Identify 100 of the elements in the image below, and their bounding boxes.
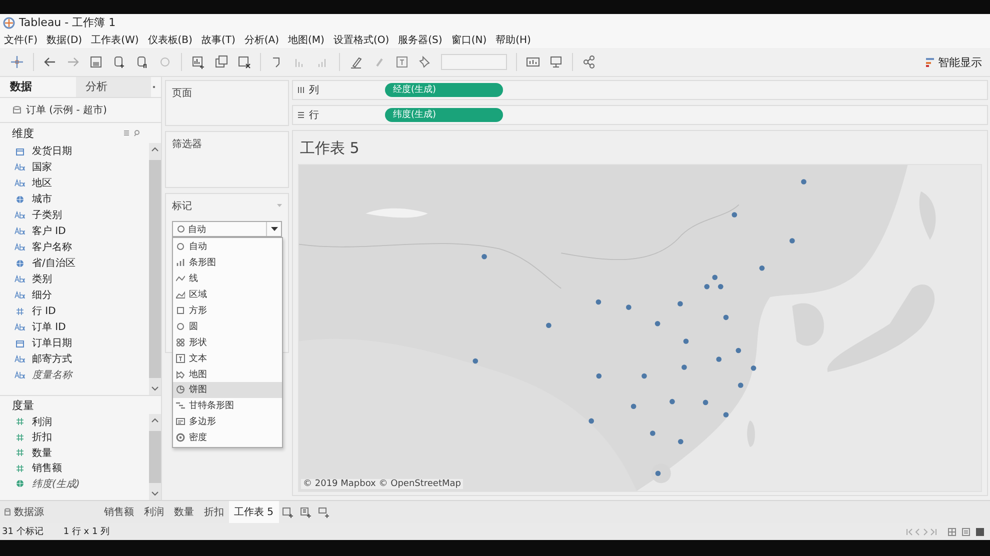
menu-option[interactable]: 地图 — [173, 366, 282, 382]
clear-sheet-icon[interactable] — [237, 55, 251, 69]
show-me-button[interactable]: 智能显示 — [925, 54, 982, 70]
menu-item[interactable]: 故事(T) — [201, 32, 236, 46]
field-item[interactable]: 行 ID — [0, 303, 149, 319]
menu-item[interactable]: 设置格式(O) — [333, 32, 390, 46]
new-worksheet-icon[interactable] — [282, 506, 294, 518]
scroll-up-icon[interactable] — [151, 146, 159, 152]
field-item[interactable]: 省/自治区 — [0, 255, 149, 271]
scroll-up-icon[interactable] — [151, 417, 159, 423]
abc-icon — [14, 323, 26, 331]
sheet-tab[interactable]: 数据源 — [0, 501, 99, 523]
filmstrip-view-icon[interactable] — [962, 528, 970, 536]
section-heading: 度量 — [12, 398, 34, 412]
field-item[interactable]: 细分 — [0, 287, 149, 303]
sheet-tab[interactable]: 利润 — [139, 501, 169, 523]
field-item[interactable]: 度量名称 — [0, 367, 149, 383]
sheet-tab[interactable]: 销售额 — [99, 501, 139, 523]
menu-option[interactable]: 文本 — [173, 350, 282, 366]
data-source-name[interactable]: 订单 (示例 - 超市) — [26, 103, 107, 117]
menu-option[interactable]: 圆 — [173, 318, 282, 334]
abc-icon — [14, 371, 26, 379]
menu-item[interactable]: 分析(A) — [244, 32, 280, 46]
field-item[interactable]: 客户名称 — [0, 239, 149, 255]
field-item[interactable]: 邮寄方式 — [0, 351, 149, 367]
presentation-icon[interactable] — [549, 55, 563, 69]
map-attribution[interactable]: © 2019 Mapbox © OpenStreetMap — [301, 479, 463, 489]
field-item[interactable]: 地区 — [0, 175, 149, 191]
mark-type-dropdown[interactable]: 自动 — [172, 221, 282, 237]
menu-option[interactable]: 密度 — [173, 430, 282, 446]
database-icon — [4, 508, 11, 516]
marks-count: 31 个标记 — [2, 526, 44, 538]
field-item[interactable]: 订单 ID — [0, 319, 149, 335]
menu-item[interactable]: 服务器(S) — [398, 32, 442, 46]
scroll-thumb[interactable] — [149, 431, 161, 483]
number-icon — [14, 432, 26, 442]
field-item[interactable]: 类别 — [0, 271, 149, 287]
database-icon — [12, 105, 22, 115]
duplicate-sheet-icon[interactable] — [214, 55, 228, 69]
save-icon[interactable] — [89, 55, 103, 69]
menu-item[interactable]: 帮助(H) — [496, 32, 531, 46]
globe-icon — [14, 258, 26, 268]
show-cards-icon[interactable] — [526, 55, 540, 69]
sheet-tab[interactable]: 工作表 5 — [229, 501, 279, 523]
highlight-pen-icon[interactable] — [349, 55, 363, 69]
menu-option[interactable]: 形状 — [173, 334, 282, 350]
globe-icon — [14, 194, 26, 204]
menu-option[interactable]: 自动 — [173, 239, 282, 255]
card-title: 筛选器 — [172, 139, 202, 150]
sheet-tab[interactable]: 数量 — [169, 501, 199, 523]
menu-item[interactable]: 窗口(N) — [451, 32, 487, 46]
menu-option[interactable]: 线 — [173, 270, 282, 287]
scrollbar[interactable] — [149, 414, 161, 500]
field-item[interactable]: 子类别 — [0, 207, 149, 223]
line-chart-icon — [176, 274, 185, 284]
field-item[interactable]: 订单日期 — [0, 335, 149, 351]
worksheet-title: 工作表 5 — [299, 138, 360, 159]
abc-icon — [14, 243, 26, 251]
scroll-down-icon[interactable] — [151, 491, 159, 497]
new-dashboard-icon[interactable] — [300, 506, 312, 518]
shelf-label: 列 — [309, 84, 319, 97]
field-item[interactable]: 客户 ID — [0, 223, 149, 239]
menu-option[interactable]: 区域 — [173, 286, 282, 303]
density-icon — [176, 433, 185, 442]
field-item[interactable]: 国家 — [0, 159, 149, 175]
new-sheet-icon[interactable] — [191, 55, 205, 69]
share-icon[interactable] — [582, 55, 596, 69]
menu-option[interactable]: 多边形 — [173, 414, 282, 430]
field-item[interactable]: 折扣 — [0, 430, 149, 445]
gantt-chart-icon — [176, 401, 185, 410]
new-source-icon[interactable] — [112, 55, 126, 69]
field-item[interactable]: 数量 — [0, 445, 149, 460]
back-arrow-icon[interactable] — [43, 55, 57, 69]
menu-option[interactable]: 条形图 — [173, 254, 282, 271]
sheet-tab[interactable]: 折扣 — [199, 501, 229, 523]
menu-item[interactable]: 地图(M) — [288, 32, 324, 46]
menu-item[interactable]: 工作表(W) — [91, 32, 139, 46]
menu-item[interactable]: 文件(F) — [4, 32, 38, 46]
abc-icon — [14, 355, 26, 363]
menu-item[interactable]: 仪表板(B) — [148, 32, 192, 46]
field-item[interactable]: 城市 — [0, 191, 149, 207]
tabs-view-icon[interactable] — [976, 528, 984, 536]
menu-option[interactable]: 饼图 — [173, 382, 282, 398]
field-item[interactable]: 销售额 — [0, 460, 149, 476]
pane-tab[interactable]: 分析 — [76, 77, 151, 97]
new-story-icon[interactable] — [318, 506, 330, 518]
pin-icon[interactable] — [418, 55, 432, 69]
pause-source-icon[interactable] — [135, 55, 149, 69]
field-item[interactable]: 发货日期 — [0, 143, 149, 159]
abc-icon — [14, 163, 26, 171]
sorter-view-icon[interactable] — [948, 528, 956, 536]
tableau-logo-icon[interactable] — [10, 55, 24, 69]
menu-option[interactable]: 甘特条形图 — [173, 398, 282, 414]
menu-item[interactable]: 数据(D) — [46, 32, 82, 46]
menu-option[interactable]: 方形 — [173, 302, 282, 318]
text-label-icon[interactable] — [395, 55, 409, 69]
number-icon — [14, 417, 26, 426]
scroll-down-icon[interactable] — [151, 386, 159, 392]
field-item[interactable]: 利润 — [0, 414, 149, 430]
field-item[interactable]: 纬度(生成) — [0, 476, 149, 492]
